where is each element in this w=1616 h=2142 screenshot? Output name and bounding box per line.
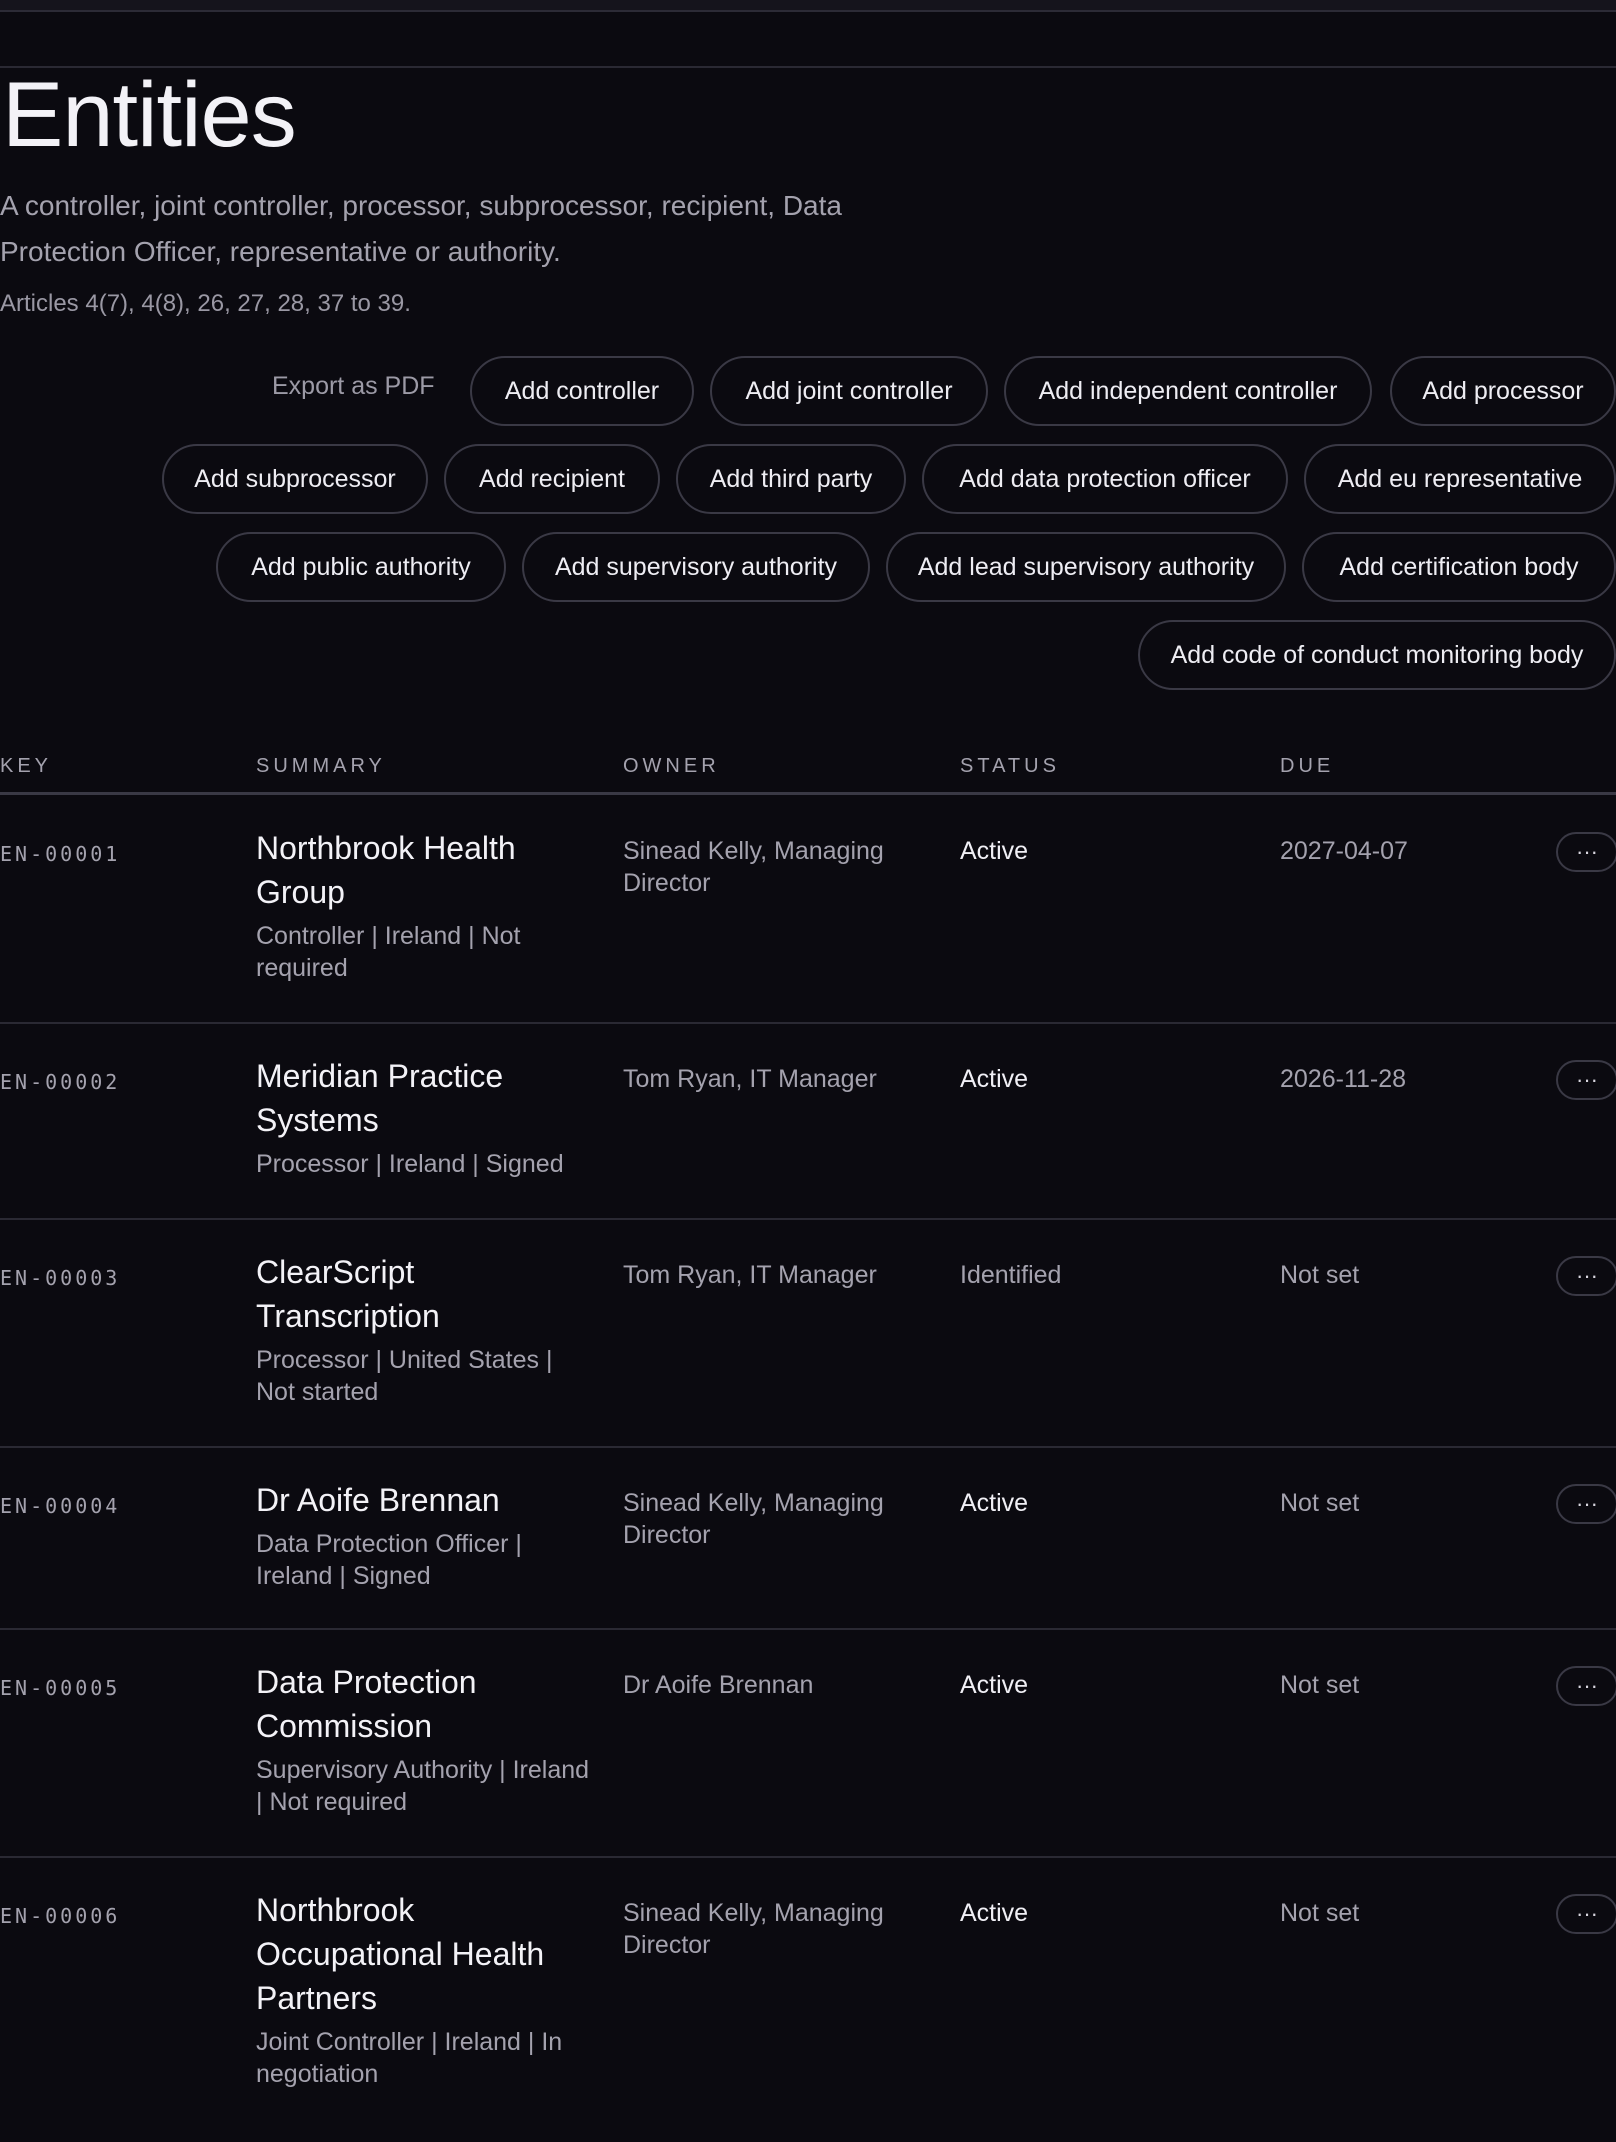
ellipsis-icon[interactable]: ···: [1556, 1256, 1616, 1296]
header-summary[interactable]: SUMMARY: [256, 755, 386, 778]
row-status: Identified: [960, 1261, 1062, 1289]
row-summary: Meridian Practice Systems Processor | Ir…: [256, 1054, 596, 1180]
row-title[interactable]: Northbrook Occupational Health Partners: [256, 1888, 596, 2020]
row-divider: [0, 1446, 1616, 1448]
row-status: Active: [960, 1489, 1029, 1517]
row-status: Active: [960, 1065, 1029, 1093]
add-independent-controller-button[interactable]: Add independent controller: [1004, 356, 1372, 426]
row-title[interactable]: Dr Aoife Brennan: [256, 1478, 596, 1522]
row-summary: Northbrook Occupational Health Partners …: [256, 1888, 596, 2090]
add-joint-controller-button[interactable]: Add joint controller: [710, 356, 988, 426]
row-key: EN-00005: [0, 1676, 121, 1700]
row-due: Not set: [1280, 1671, 1360, 1699]
row-owner: Sinead Kelly, Managing Director: [623, 837, 884, 897]
row-status: Active: [960, 1899, 1029, 1927]
row-title[interactable]: Northbrook Health Group: [256, 826, 596, 914]
row-summary: Data Protection Commission Supervisory A…: [256, 1660, 596, 1818]
entities-page: Entities A controller, joint controller,…: [0, 0, 1616, 2142]
add-code-of-conduct-body-button[interactable]: Add code of conduct monitoring body: [1138, 620, 1616, 690]
table-header-divider: [0, 792, 1616, 795]
row-key: EN-00004: [0, 1494, 121, 1518]
header-status[interactable]: STATUS: [960, 755, 1060, 778]
add-lead-supervisory-authority-button[interactable]: Add lead supervisory authority: [886, 532, 1286, 602]
row-meta: Data Protection Officer | Ireland | Sign…: [256, 1530, 522, 1590]
ellipsis-icon[interactable]: ···: [1556, 832, 1616, 872]
row-due: Not set: [1280, 1899, 1360, 1927]
row-title[interactable]: Meridian Practice Systems: [256, 1054, 596, 1142]
row-key: EN-00001: [0, 842, 121, 866]
row-due: Not set: [1280, 1261, 1360, 1289]
row-divider: [0, 1628, 1616, 1630]
row-summary: Dr Aoife Brennan Data Protection Officer…: [256, 1478, 596, 1592]
row-meta: Controller | Ireland | Not required: [256, 922, 521, 982]
add-supervisory-authority-button[interactable]: Add supervisory authority: [522, 532, 870, 602]
row-due: 2027-04-07: [1280, 837, 1408, 865]
page-description: A controller, joint controller, processo…: [0, 190, 842, 267]
ellipsis-icon[interactable]: ···: [1556, 1484, 1616, 1524]
add-controller-button[interactable]: Add controller: [470, 356, 694, 426]
row-key: EN-00003: [0, 1266, 121, 1290]
row-owner: Dr Aoife Brennan: [623, 1671, 814, 1699]
row-title[interactable]: ClearScript Transcription: [256, 1250, 596, 1338]
row-meta: Processor | United States | Not started: [256, 1346, 553, 1406]
add-eu-representative-button[interactable]: Add eu representative: [1304, 444, 1616, 514]
row-meta: Joint Controller | Ireland | In negotiat…: [256, 2028, 563, 2088]
row-key: EN-00002: [0, 1070, 121, 1094]
row-summary: ClearScript Transcription Processor | Un…: [256, 1250, 596, 1408]
add-processor-button[interactable]: Add processor: [1390, 356, 1616, 426]
row-key: EN-00006: [0, 1904, 121, 1928]
top-bar: [0, 0, 1616, 12]
header-due[interactable]: DUE: [1280, 755, 1334, 778]
row-status: Active: [960, 837, 1029, 865]
row-meta: Processor | Ireland | Signed: [256, 1150, 564, 1178]
row-owner: Sinead Kelly, Managing Director: [623, 1489, 884, 1549]
export-pdf-link[interactable]: Export as PDF: [272, 372, 435, 401]
header-owner[interactable]: OWNER: [623, 755, 720, 778]
row-owner: Tom Ryan, IT Manager: [623, 1261, 877, 1289]
header-key[interactable]: KEY: [0, 755, 52, 778]
page-title: Entities: [2, 64, 297, 166]
add-recipient-button[interactable]: Add recipient: [444, 444, 660, 514]
row-title[interactable]: Data Protection Commission: [256, 1660, 596, 1748]
row-divider: [0, 1022, 1616, 1024]
row-status: Active: [960, 1671, 1029, 1699]
add-dpo-button[interactable]: Add data protection officer: [922, 444, 1288, 514]
row-summary: Northbrook Health Group Controller | Ire…: [256, 826, 596, 984]
row-divider: [0, 1218, 1616, 1220]
row-owner: Tom Ryan, IT Manager: [623, 1065, 877, 1093]
ellipsis-icon[interactable]: ···: [1556, 1894, 1616, 1934]
add-public-authority-button[interactable]: Add public authority: [216, 532, 506, 602]
row-due: 2026-11-28: [1280, 1065, 1407, 1093]
row-meta: Supervisory Authority | Ireland | Not re…: [256, 1756, 590, 1816]
row-owner: Sinead Kelly, Managing Director: [623, 1899, 884, 1959]
add-third-party-button[interactable]: Add third party: [676, 444, 906, 514]
add-certification-body-button[interactable]: Add certification body: [1302, 532, 1616, 602]
ellipsis-icon[interactable]: ···: [1556, 1060, 1616, 1100]
articles-reference: Articles 4(7), 4(8), 26, 27, 28, 37 to 3…: [0, 290, 411, 317]
row-due: Not set: [1280, 1489, 1360, 1517]
ellipsis-icon[interactable]: ···: [1556, 1666, 1616, 1706]
add-subprocessor-button[interactable]: Add subprocessor: [162, 444, 428, 514]
row-divider: [0, 1856, 1616, 1858]
